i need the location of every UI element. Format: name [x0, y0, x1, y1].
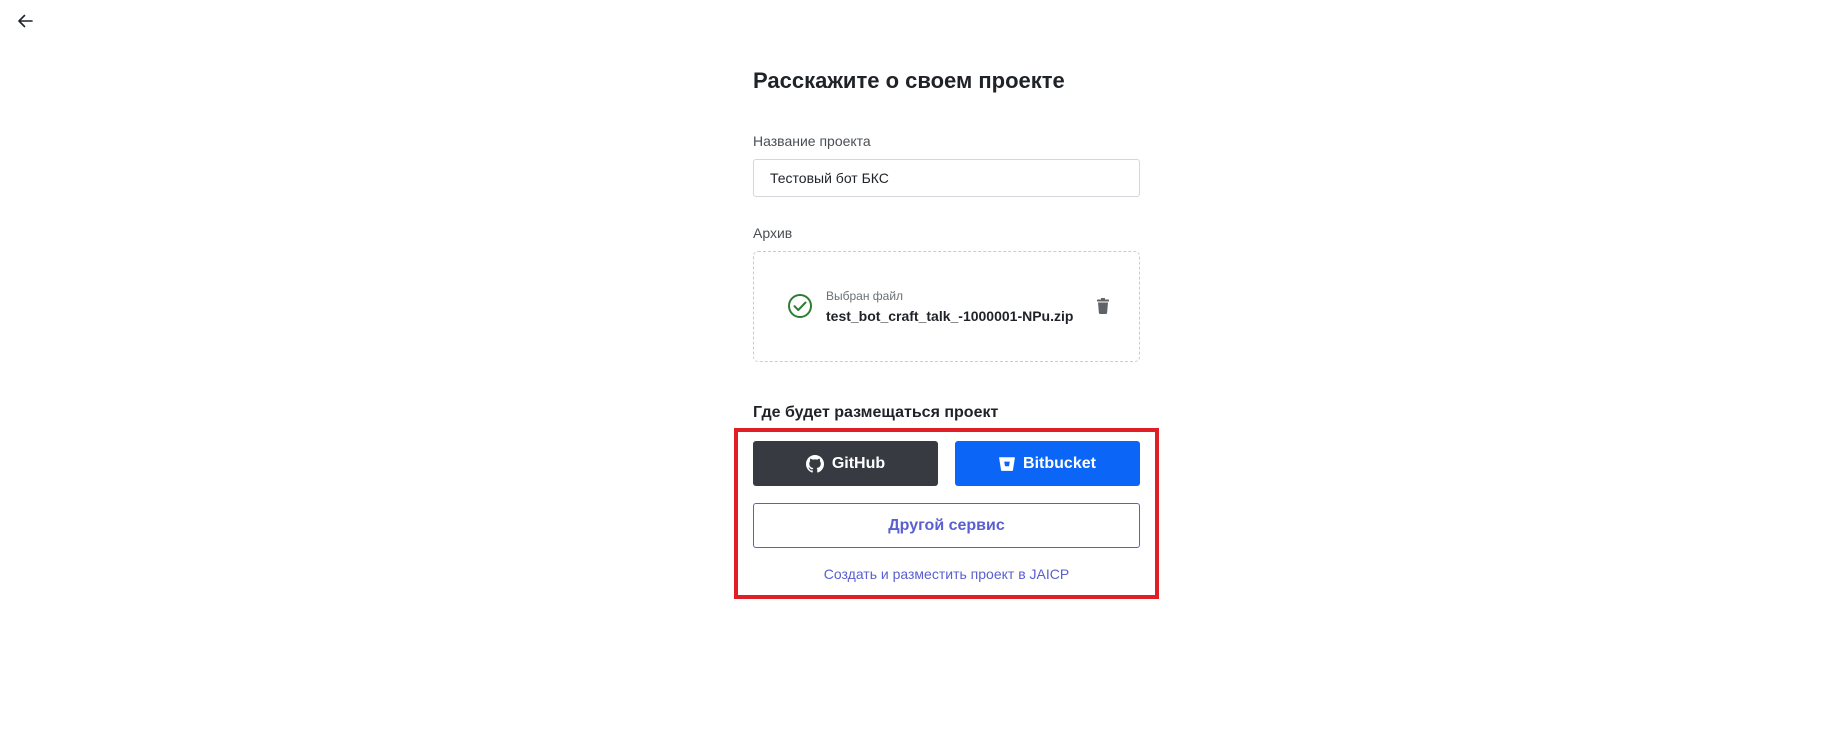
- project-form: Расскажите о своем проекте Название прое…: [753, 66, 1140, 582]
- archive-dropzone[interactable]: Выбран файл test_bot_craft_talk_-1000001…: [753, 251, 1140, 362]
- file-selected-caption: Выбран файл: [826, 289, 904, 303]
- hosting-section-title: Где будет размещаться проект: [753, 404, 999, 421]
- back-button[interactable]: [14, 10, 36, 32]
- arrow-left-icon: [18, 14, 33, 28]
- selected-file-name: test_bot_craft_talk_-1000001-NPu.zip: [826, 308, 1074, 324]
- archive-label: Архив: [753, 225, 793, 241]
- trash-icon[interactable]: [1093, 296, 1113, 316]
- check-circle-icon: [788, 294, 812, 318]
- project-name-input[interactable]: [753, 159, 1140, 197]
- page-title: Расскажите о своем проекте: [753, 68, 1065, 93]
- project-name-label: Название проекта: [753, 133, 871, 149]
- highlight-annotation: [734, 428, 1159, 599]
